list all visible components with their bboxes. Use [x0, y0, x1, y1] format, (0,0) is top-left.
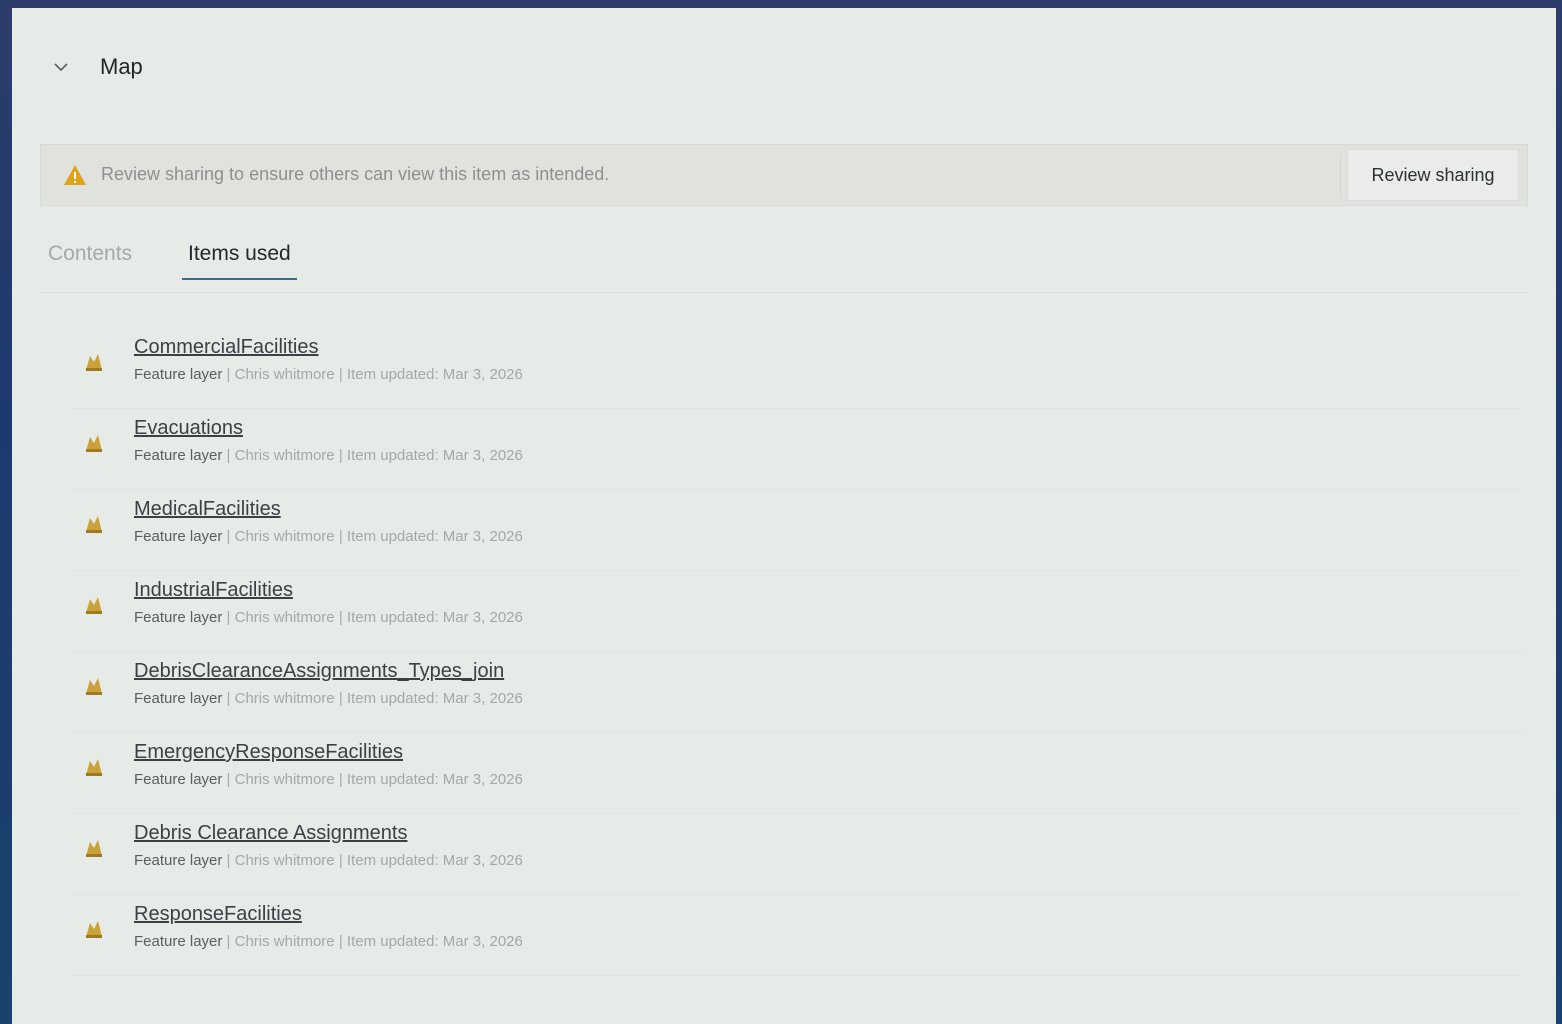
- meta-separator: |: [226, 528, 231, 545]
- item-name-link[interactable]: MedicalFacilities: [134, 498, 281, 521]
- item-name-link[interactable]: ResponseFacilities: [134, 903, 302, 926]
- item-meta: Feature layer | Chris whitmore | Item up…: [134, 528, 523, 545]
- item-meta: Feature layer | Chris whitmore | Item up…: [134, 852, 523, 869]
- meta-separator: |: [338, 933, 343, 950]
- item-type: Feature layer: [134, 771, 223, 788]
- item-updated: Item updated: Mar 3, 2026: [346, 609, 523, 626]
- meta-separator: |: [338, 528, 343, 545]
- feature-layer-icon: [80, 591, 108, 619]
- feature-layer-icon: [80, 348, 108, 376]
- warning-icon: [63, 163, 87, 187]
- item-updated: Item updated: Mar 3, 2026: [346, 771, 523, 788]
- list-item: ResponseFacilities Feature layer | Chris…: [72, 895, 1522, 976]
- item-owner: Chris whitmore: [234, 447, 335, 464]
- section-header: Map: [12, 48, 1556, 104]
- item-type: Feature layer: [134, 933, 223, 950]
- item-owner: Chris whitmore: [234, 366, 335, 383]
- meta-separator: |: [226, 609, 231, 626]
- list-item: Evacuations Feature layer | Chris whitmo…: [72, 409, 1522, 490]
- meta-separator: |: [338, 852, 343, 869]
- item-type: Feature layer: [134, 690, 223, 707]
- item-meta: Feature layer | Chris whitmore | Item up…: [134, 447, 523, 464]
- meta-separator: |: [226, 447, 231, 464]
- meta-separator: |: [226, 771, 231, 788]
- list-item: IndustrialFacilities Feature layer | Chr…: [72, 571, 1522, 652]
- item-type: Feature layer: [134, 852, 223, 869]
- meta-separator: |: [338, 366, 343, 383]
- item-owner: Chris whitmore: [234, 933, 335, 950]
- meta-separator: |: [338, 609, 343, 626]
- feature-layer-icon: [80, 915, 108, 943]
- item-type: Feature layer: [134, 366, 223, 383]
- meta-separator: |: [226, 852, 231, 869]
- item-updated: Item updated: Mar 3, 2026: [346, 690, 523, 707]
- tab-bar: Contents Items used: [40, 232, 1528, 293]
- item-meta: Feature layer | Chris whitmore | Item up…: [134, 690, 523, 707]
- list-item: MedicalFacilities Feature layer | Chris …: [72, 490, 1522, 571]
- tab-contents[interactable]: Contents: [48, 242, 132, 278]
- item-name-link[interactable]: IndustrialFacilities: [134, 579, 293, 602]
- item-name-link[interactable]: Evacuations: [134, 417, 243, 440]
- item-name-link[interactable]: CommercialFacilities: [134, 336, 318, 359]
- list-item: CommercialFacilities Feature layer | Chr…: [72, 328, 1522, 409]
- meta-separator: |: [226, 933, 231, 950]
- chevron-down-icon[interactable]: [52, 58, 70, 76]
- item-name-link[interactable]: Debris Clearance Assignments: [134, 822, 407, 845]
- review-sharing-button[interactable]: Review sharing: [1347, 149, 1519, 201]
- meta-separator: |: [226, 690, 231, 707]
- item-meta: Feature layer | Chris whitmore | Item up…: [134, 366, 523, 383]
- meta-separator: |: [338, 447, 343, 464]
- item-owner: Chris whitmore: [234, 528, 335, 545]
- feature-layer-icon: [80, 753, 108, 781]
- feature-layer-icon: [80, 834, 108, 862]
- alert-divider: [1340, 153, 1341, 199]
- item-details-panel: Map Review sharing to ensure others can …: [12, 8, 1556, 1024]
- item-owner: Chris whitmore: [234, 609, 335, 626]
- item-meta: Feature layer | Chris whitmore | Item up…: [134, 933, 523, 950]
- feature-layer-icon: [80, 672, 108, 700]
- alert-message: Review sharing to ensure others can view…: [101, 164, 610, 184]
- feature-layer-icon: [80, 429, 108, 457]
- meta-separator: |: [338, 771, 343, 788]
- item-meta: Feature layer | Chris whitmore | Item up…: [134, 609, 523, 626]
- item-updated: Item updated: Mar 3, 2026: [346, 933, 523, 950]
- meta-separator: |: [338, 690, 343, 707]
- sharing-alert: Review sharing to ensure others can view…: [40, 144, 1528, 206]
- list-item: Debris Clearance Assignments Feature lay…: [72, 814, 1522, 895]
- item-updated: Item updated: Mar 3, 2026: [346, 447, 523, 464]
- item-type: Feature layer: [134, 609, 223, 626]
- item-type: Feature layer: [134, 447, 223, 464]
- item-meta: Feature layer | Chris whitmore | Item up…: [134, 771, 523, 788]
- tab-items-used[interactable]: Items used: [182, 242, 297, 280]
- item-name-link[interactable]: DebrisClearanceAssignments_Types_join: [134, 660, 504, 683]
- items-used-list: CommercialFacilities Feature layer | Chr…: [72, 328, 1522, 976]
- list-item: EmergencyResponseFacilities Feature laye…: [72, 733, 1522, 814]
- section-title: Map: [100, 54, 143, 79]
- item-updated: Item updated: Mar 3, 2026: [346, 852, 523, 869]
- item-updated: Item updated: Mar 3, 2026: [346, 366, 523, 383]
- feature-layer-icon: [80, 510, 108, 538]
- item-owner: Chris whitmore: [234, 690, 335, 707]
- item-owner: Chris whitmore: [234, 852, 335, 869]
- list-item: DebrisClearanceAssignments_Types_join Fe…: [72, 652, 1522, 733]
- item-updated: Item updated: Mar 3, 2026: [346, 528, 523, 545]
- item-name-link[interactable]: EmergencyResponseFacilities: [134, 741, 403, 764]
- item-type: Feature layer: [134, 528, 223, 545]
- item-owner: Chris whitmore: [234, 771, 335, 788]
- meta-separator: |: [226, 366, 231, 383]
